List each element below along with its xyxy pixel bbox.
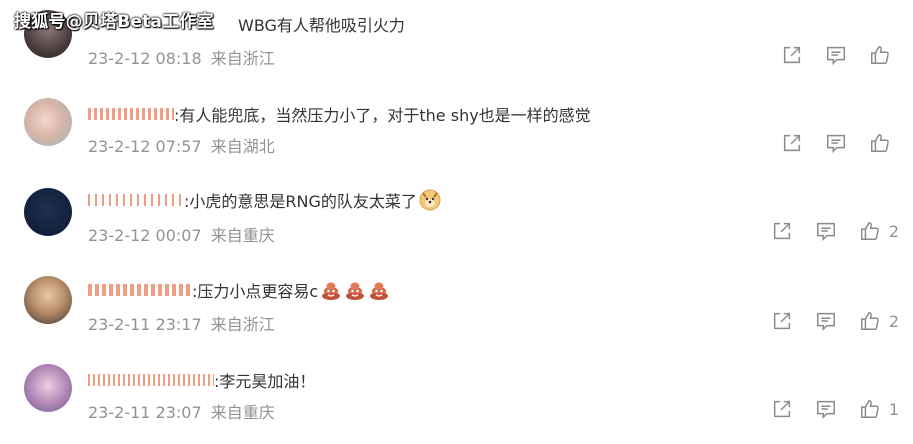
comment-date: 23-2-11 23:17	[88, 315, 202, 334]
comment-text: :压力小点更容易c	[88, 278, 390, 302]
like-count: 1	[888, 399, 899, 419]
share-button[interactable]	[771, 310, 793, 332]
thumbs-up-icon	[871, 46, 889, 64]
username-link[interactable]	[88, 108, 174, 120]
like-count: 2	[888, 221, 899, 241]
comment-location: 来自湖北	[210, 137, 275, 156]
comment-body: :小虎的意思是RNG的队友太菜了	[184, 192, 417, 211]
poop-emoji	[320, 279, 342, 301]
watermark: 搜狐号@贝塔Beta工作室	[14, 12, 214, 32]
like-button[interactable]	[869, 44, 899, 66]
comment-location: 来自重庆	[210, 226, 275, 245]
comment-item: :小虎的意思是RNG的队友太菜了 23-2-12 00:07 来自重庆 2	[0, 176, 913, 264]
reply-button[interactable]	[815, 310, 837, 332]
reply-button[interactable]	[825, 44, 847, 66]
doge-emoji	[419, 189, 441, 211]
share-icon	[783, 134, 801, 152]
thumbs-up-icon	[860, 222, 879, 240]
like-button[interactable]	[869, 132, 899, 154]
avatar[interactable]	[24, 98, 72, 146]
share-icon	[773, 222, 790, 240]
share-icon	[773, 400, 790, 418]
username-link[interactable]	[88, 194, 184, 206]
avatar[interactable]	[24, 188, 72, 236]
comment-location: 来自浙江	[210, 315, 275, 334]
comment-actions: 1	[749, 397, 899, 421]
poop-emoji	[368, 279, 390, 301]
share-button[interactable]	[781, 44, 803, 66]
like-count: 2	[888, 311, 899, 331]
comment-actions: 2	[749, 309, 899, 333]
comment-icon	[827, 46, 845, 66]
comment-meta: 23-2-12 07:57 来自湖北	[88, 133, 275, 157]
comment-location: 来自重庆	[210, 403, 275, 422]
like-button[interactable]: 2	[859, 310, 899, 332]
reply-button[interactable]	[815, 220, 837, 242]
share-button[interactable]	[771, 398, 793, 420]
thumbs-up-icon	[860, 312, 879, 330]
reply-button[interactable]	[825, 132, 847, 154]
avatar[interactable]	[24, 364, 72, 412]
comment-actions	[759, 43, 899, 67]
comment-item: :李元昊加油！ 23-2-11 23:07 来自重庆 1	[0, 352, 913, 440]
comment-meta: 23-2-12 00:07 来自重庆	[88, 222, 275, 246]
comment-text: :李元昊加油！	[88, 368, 315, 392]
comment-date: 23-2-12 08:18	[88, 49, 202, 68]
comment-body: :有人能兜底，当然压力小了，对于the shy也是一样的感觉	[174, 106, 591, 125]
comment-item: :压力小点更容易c 23-2-11 23:17 来自浙江 2	[0, 264, 913, 352]
share-button[interactable]	[781, 132, 803, 154]
comment-body: WBG有人帮他吸引火力	[238, 16, 405, 35]
comment-icon	[816, 312, 835, 332]
like-button[interactable]: 1	[859, 398, 899, 420]
comment-meta: 23-2-12 08:18 来自浙江	[88, 45, 275, 69]
comment-date: 23-2-12 07:57	[88, 137, 202, 156]
username-link[interactable]	[88, 374, 214, 386]
comment-actions	[759, 131, 899, 155]
share-icon	[773, 312, 790, 330]
comment-actions: 2	[749, 219, 899, 243]
comment-item: :有人能兜底，当然压力小了，对于the shy也是一样的感觉 23-2-12 0…	[0, 88, 913, 176]
comment-meta: 23-2-11 23:17 来自浙江	[88, 311, 275, 335]
comment-icon	[827, 134, 845, 154]
comment-date: 23-2-12 00:07	[88, 226, 202, 245]
share-icon	[783, 46, 801, 64]
thumbs-up-icon	[860, 400, 879, 418]
comment-icon	[816, 222, 835, 242]
share-button[interactable]	[771, 220, 793, 242]
comment-text: :小虎的意思是RNG的队友太菜了	[88, 188, 441, 212]
poop-emoji	[344, 279, 366, 301]
thumbs-up-icon	[871, 134, 889, 152]
like-button[interactable]: 2	[859, 220, 899, 242]
comment-body: :压力小点更容易c	[192, 282, 319, 301]
comment-icon	[816, 400, 835, 420]
comment-location: 来自浙江	[210, 49, 275, 68]
comment-text: :有人能兜底，当然压力小了，对于the shy也是一样的感觉	[88, 102, 591, 126]
comment-body: :李元昊加油！	[214, 372, 316, 391]
avatar[interactable]	[24, 276, 72, 324]
username-link[interactable]	[88, 284, 192, 296]
reply-button[interactable]	[815, 398, 837, 420]
comment-meta: 23-2-11 23:07 来自重庆	[88, 399, 275, 423]
comment-date: 23-2-11 23:07	[88, 403, 202, 422]
